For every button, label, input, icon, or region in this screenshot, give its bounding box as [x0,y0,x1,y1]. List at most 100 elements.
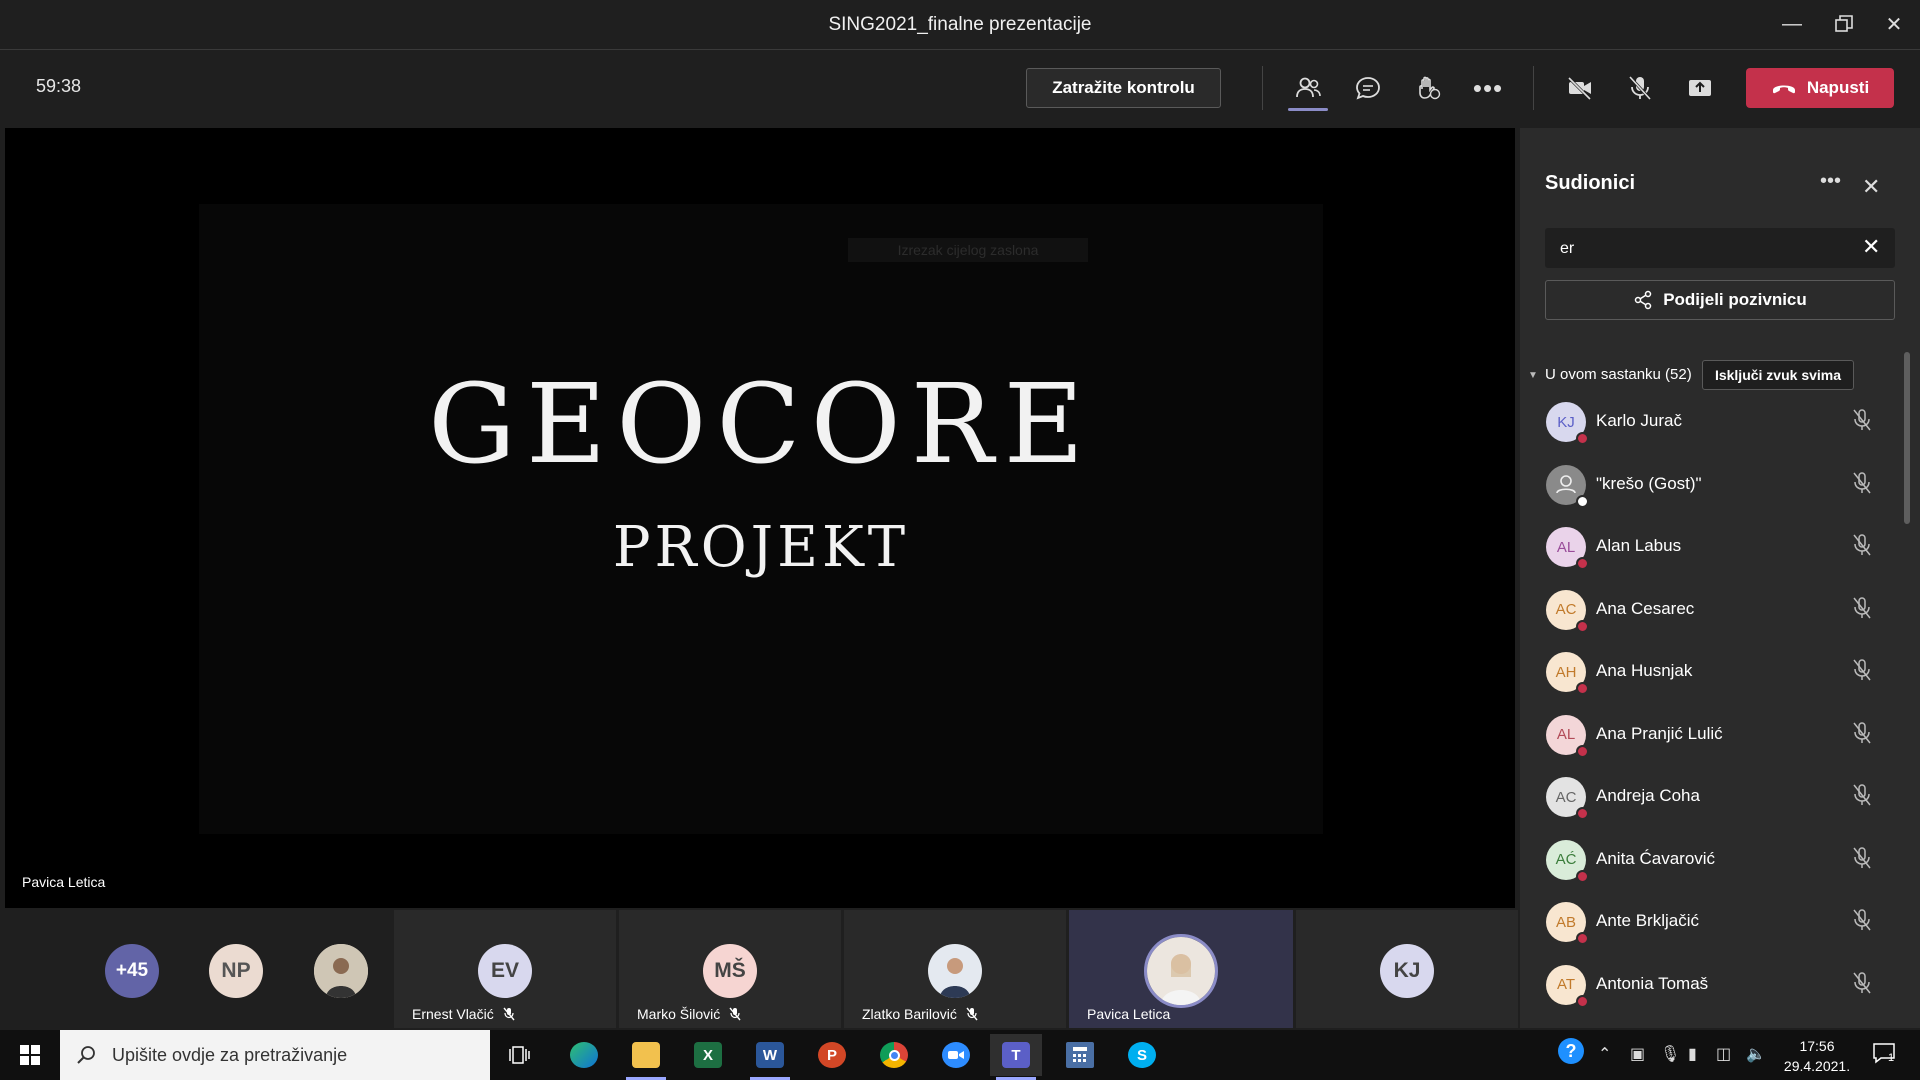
folder-icon [632,1042,660,1068]
tray-overflow-icon[interactable]: ⌃ [1598,1044,1611,1064]
participant-row[interactable]: AT Antonia Tomaš [1520,957,1904,1019]
participant-row[interactable]: AC Andreja Coha [1520,769,1904,831]
video-tile[interactable]: MŠ Marko Šilović [619,910,841,1028]
panel-close-button[interactable]: ✕ [1862,174,1880,200]
mic-muted-icon[interactable] [1850,971,1874,995]
share-invite-button[interactable]: Podijeli pozivnicu [1545,280,1895,320]
leave-button[interactable]: Napusti [1746,68,1894,108]
taskbar-app-powerpoint[interactable]: P [806,1034,858,1076]
taskbar-app-zoom[interactable] [930,1034,982,1076]
volume-icon[interactable]: 🔈 [1746,1044,1766,1064]
mute-all-button[interactable]: Isključi zvuk svima [1702,360,1854,390]
task-view-button[interactable] [494,1034,546,1076]
powerpoint-icon: P [818,1042,846,1068]
participant-row[interactable]: AH Ana Husnjak [1520,644,1904,706]
mic-muted-icon[interactable] [1850,596,1874,620]
chat-button[interactable] [1346,68,1390,108]
person-photo-icon [928,944,982,998]
video-tile[interactable]: EV Ernest Vlačić [394,910,616,1028]
tile-avatar: MŠ [703,944,757,998]
participant-row[interactable]: AB Ante Brkljačić [1520,894,1904,956]
share-invite-label: Podijeli pozivnicu [1663,290,1807,309]
mic-muted-icon [966,1007,978,1021]
mic-muted-icon[interactable] [1850,721,1874,745]
participant-row[interactable]: AL Alan Labus [1520,519,1904,581]
mic-toggle-button[interactable] [1618,68,1662,108]
network-icon[interactable]: ◫ [1716,1044,1731,1064]
close-window-button[interactable]: ✕ [1870,6,1918,42]
battery-icon[interactable]: ▮ [1688,1044,1697,1064]
mic-muted-icon[interactable] [1850,658,1874,682]
action-center-button[interactable]: 1 [1872,1042,1902,1070]
microphone-icon[interactable]: 🎙 [1660,1044,1680,1064]
mic-muted-icon [729,1007,741,1021]
participants-button[interactable] [1286,68,1330,108]
video-tile[interactable]: Zlatko Barilović [844,910,1066,1028]
taskbar-app-teams[interactable]: T [990,1034,1042,1080]
panel-more-button[interactable]: ••• [1820,170,1841,193]
participant-avatar[interactable]: NP [209,944,263,998]
participant-row[interactable]: AC Ana Cesarec [1520,582,1904,644]
taskbar-app-skype[interactable]: S [1116,1034,1168,1076]
participant-row[interactable]: KJ Karlo Jurač [1520,394,1904,456]
restore-button[interactable] [1820,6,1868,42]
presenter-name: Pavica Letica [22,874,106,890]
presence-status-dot [1576,807,1589,820]
chat-icon [1356,77,1380,100]
section-label[interactable]: U ovom sastanku (52) [1545,366,1692,383]
camera-off-icon [1567,76,1592,101]
taskbar-search-placeholder: Upišite ovdje za pretraživanje [112,1044,348,1065]
mic-muted-icon [503,1007,515,1021]
participant-row[interactable]: "krešo (Gost)" [1520,457,1904,519]
participant-search-input[interactable] [1560,238,1850,260]
phone-hangup-icon [1772,85,1795,94]
presence-status-dot [1576,869,1589,883]
taskbar-app-word[interactable]: W [744,1034,796,1080]
meet-now-icon[interactable]: ▣ [1630,1044,1645,1064]
panel-scrollbar[interactable] [1904,352,1910,524]
tile-name: Pavica Letica [1087,1006,1170,1022]
start-button[interactable] [0,1030,60,1080]
presence-status-dot [1576,557,1589,570]
video-tile-speaking[interactable]: Pavica Letica [1069,910,1293,1028]
taskbar-app-calculator[interactable] [1054,1034,1106,1076]
presence-status-dot [1576,744,1589,758]
raise-hand-button[interactable] [1406,68,1450,108]
tile-avatar: KJ [1380,944,1434,998]
more-actions-button[interactable]: ••• [1466,68,1510,108]
overflow-participants-button[interactable]: +45 [105,944,159,998]
video-tile[interactable]: KJ [1296,910,1518,1028]
participant-row[interactable]: AĆ Anita Ćavarović [1520,832,1904,894]
mic-muted-icon[interactable] [1850,408,1874,432]
taskbar-app-explorer[interactable] [620,1034,672,1080]
taskbar-app-excel[interactable]: X [682,1034,734,1076]
camera-toggle-button[interactable] [1558,68,1602,108]
minimize-button[interactable]: — [1768,6,1816,42]
clock-time: 17:56 [1799,1038,1835,1054]
tile-name-label: Pavica Letica [1087,1006,1171,1022]
toolbar-divider [1533,66,1534,110]
mic-muted-icon[interactable] [1850,471,1874,495]
help-icon[interactable]: ? [1558,1038,1584,1064]
mic-muted-icon[interactable] [1850,908,1874,932]
participant-row[interactable]: AL Ana Pranjić Lulić [1520,707,1904,769]
participant-name: Ana Pranjić Lulić [1596,723,1723,743]
teams-icon: T [1002,1042,1030,1068]
tile-initials: KJ [1393,959,1421,982]
collapse-section-icon[interactable]: ▼ [1528,370,1538,381]
leave-label: Napusti [1806,78,1870,97]
taskbar-app-chrome[interactable] [868,1034,920,1076]
mic-muted-icon[interactable] [1850,846,1874,870]
tile-photo-avatar [928,944,982,998]
search-clear-button[interactable]: ✕ [1862,234,1880,260]
mic-muted-icon[interactable] [1850,783,1874,807]
mic-muted-icon[interactable] [1850,533,1874,557]
taskbar-app-edge[interactable] [558,1034,610,1076]
taskbar-clock[interactable]: 17:56 29.4.2021. [1772,1036,1862,1076]
request-control-button[interactable]: Zatražite kontrolu [1026,68,1221,108]
taskbar-search[interactable]: Upišite ovdje za pretraživanje [60,1030,490,1080]
participant-photo-avatar[interactable] [314,944,368,998]
tile-name: Ernest Vlačić [412,1006,516,1022]
panel-title: Sudionici [1545,172,1635,194]
share-screen-button[interactable] [1678,68,1722,108]
